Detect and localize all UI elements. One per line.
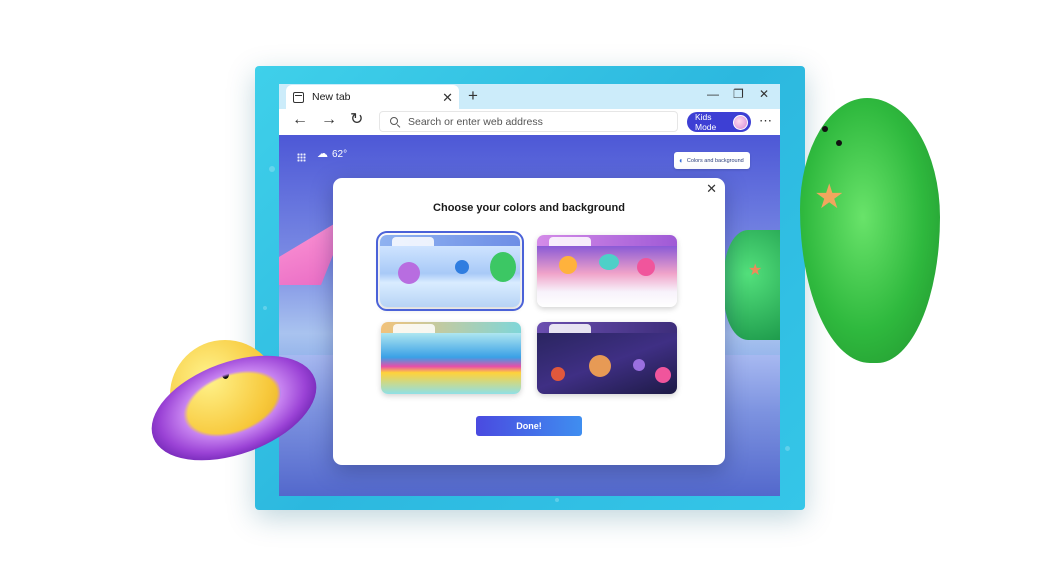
- search-icon: [390, 116, 400, 127]
- palette-icon: ◐: [679, 155, 684, 165]
- close-icon[interactable]: ✕: [442, 91, 453, 104]
- minimize-icon[interactable]: —: [707, 88, 719, 100]
- weather-icon[interactable]: ☁: [317, 149, 328, 160]
- kids-mode-label: Kids Mode: [695, 112, 717, 132]
- background-art-green: [724, 230, 780, 340]
- frame-speck: [263, 306, 267, 310]
- theme-art-shape: [599, 254, 619, 270]
- tab-title: New tab: [312, 91, 351, 103]
- theme-art-ocean: [380, 246, 520, 307]
- apps-grid-icon[interactable]: [297, 153, 306, 162]
- close-icon[interactable]: ✕: [706, 182, 717, 195]
- kids-avatar-icon: [733, 114, 748, 130]
- theme-tabstrip: [537, 322, 677, 333]
- theme-art-shape: [490, 252, 516, 282]
- more-icon[interactable]: ⋯: [759, 114, 773, 127]
- tab-bar: New tab ✕ + — ❐ ✕: [279, 84, 780, 109]
- theme-art-planet: [633, 359, 645, 371]
- colors-and-background-button[interactable]: ◐ Colors and background: [674, 152, 750, 169]
- kids-mode-button[interactable]: Kids Mode: [687, 112, 751, 132]
- theme-tabstrip: [537, 235, 677, 246]
- close-window-icon[interactable]: ✕: [759, 88, 769, 100]
- frame-speck: [555, 498, 559, 502]
- weather-temperature[interactable]: 62°: [332, 149, 347, 160]
- colors-background-dialog: ✕ Choose your colors and background Done…: [333, 178, 725, 465]
- done-button[interactable]: Done!: [476, 416, 582, 436]
- mascot-eye: [822, 126, 828, 132]
- star-icon: ★: [748, 262, 763, 279]
- address-bar[interactable]: [379, 111, 678, 132]
- theme-card-3[interactable]: [381, 322, 521, 394]
- tab-new-tab[interactable]: New tab ✕: [286, 85, 459, 109]
- refresh-icon[interactable]: ↻: [350, 112, 363, 128]
- theme-art-planet: [589, 355, 611, 377]
- theme-art-clouds: [537, 246, 677, 307]
- theme-art-shape: [455, 260, 469, 274]
- theme-art-shape: [398, 262, 420, 284]
- theme-art-planet: [551, 367, 565, 381]
- dialog-title: Choose your colors and background: [433, 202, 625, 214]
- restore-icon[interactable]: ❐: [733, 88, 744, 100]
- mascot-eye: [836, 140, 842, 146]
- plus-icon[interactable]: +: [468, 87, 478, 104]
- address-input[interactable]: [408, 115, 658, 128]
- theme-art-shape: [559, 256, 577, 274]
- forward-arrow-icon[interactable]: →: [321, 112, 337, 128]
- theme-art-shape: [637, 258, 655, 276]
- toolbar: ← → ↻ Kids Mode ⋯: [279, 109, 780, 135]
- green-mascot: ★: [800, 98, 940, 363]
- frame-speck: [785, 446, 790, 451]
- star-icon: ★: [814, 178, 845, 216]
- theme-art-space: [537, 333, 677, 394]
- theme-art-rainbow-waves: [381, 333, 521, 394]
- theme-card-4[interactable]: [537, 322, 677, 394]
- theme-tabstrip: [381, 322, 521, 333]
- theme-card-1[interactable]: [376, 231, 524, 311]
- frame-speck: [269, 166, 275, 172]
- back-arrow-icon[interactable]: ←: [292, 112, 308, 128]
- theme-card-2[interactable]: [537, 235, 677, 307]
- browser-tab-icon: [293, 91, 304, 103]
- theme-tabstrip: [380, 235, 520, 246]
- colors-button-label: Colors and background: [686, 157, 744, 164]
- theme-art-planet: [655, 367, 671, 383]
